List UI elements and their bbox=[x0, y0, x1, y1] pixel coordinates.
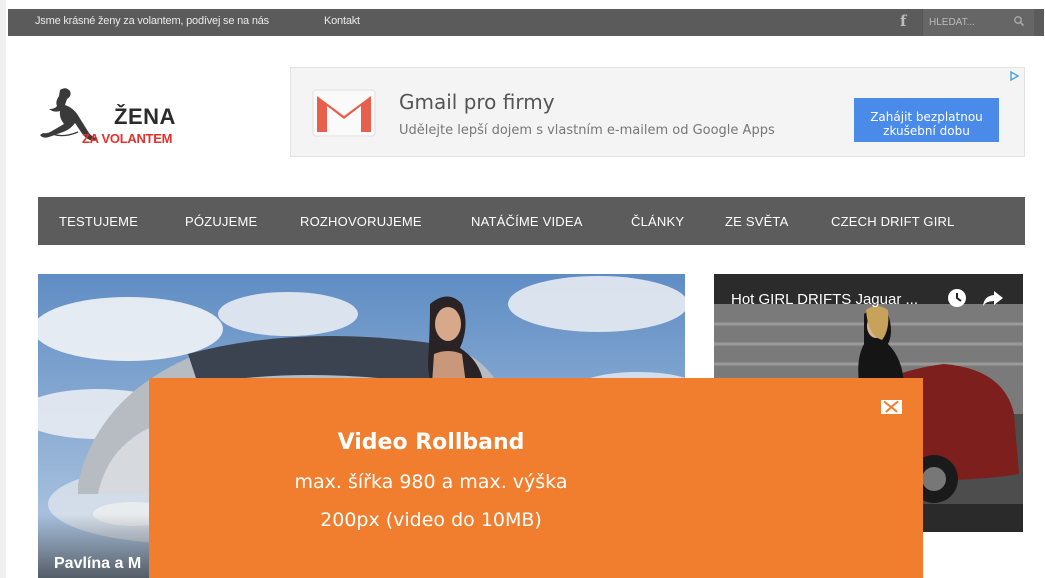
overlay-line-2: 200px (video do 10MB) bbox=[320, 509, 542, 531]
video-title[interactable]: Hot GIRL DRIFTS Jaguar ... bbox=[731, 291, 918, 308]
page: Jsme krásné ženy za volantem, podívej se… bbox=[0, 0, 1045, 578]
left-shadow bbox=[0, 0, 6, 578]
featured-article-title[interactable]: Pavlína a M bbox=[54, 555, 141, 573]
ad-title: Gmail pro firmy bbox=[399, 90, 555, 114]
topbar-link-about[interactable]: Jsme krásné ženy za volantem, podívej se… bbox=[35, 15, 269, 27]
search-box bbox=[922, 9, 1034, 36]
nav-item-pozujeme[interactable]: PÓZUJEME bbox=[185, 214, 257, 229]
ad-banner[interactable]: Gmail pro firmy Udělejte lepší dojem s v… bbox=[290, 67, 1025, 157]
ad-cta-button[interactable]: Zahájit bezplatnou zkušební dobu bbox=[854, 98, 999, 142]
nav-item-clanky[interactable]: ČLÁNKY bbox=[631, 214, 684, 229]
clock-icon[interactable] bbox=[947, 288, 967, 308]
nav-item-czech-drift-girl[interactable]: CZECH DRIFT GIRL bbox=[831, 214, 955, 229]
main-nav: TESTUJEME PÓZUJEME ROZHOVORUJEME NATÁČÍM… bbox=[38, 197, 1025, 245]
nav-item-testujeme[interactable]: TESTUJEME bbox=[59, 214, 138, 229]
overlay-line-1: max. šířka 980 a max. výška bbox=[294, 471, 568, 493]
logo-text-za-volantem: ZA VOLANTEM bbox=[82, 131, 173, 146]
gmail-logo-icon bbox=[312, 89, 376, 137]
logo-text-zena: ŽENA bbox=[114, 104, 176, 129]
search-input[interactable] bbox=[929, 14, 1009, 31]
site-logo[interactable]: ŽENA ZA VOLANTEM bbox=[32, 84, 212, 148]
overlay-heading: Video Rollband bbox=[337, 430, 525, 455]
nav-item-nataceme-videa[interactable]: NATÁČÍME VIDEA bbox=[471, 214, 583, 229]
top-bar: Jsme krásné ženy za volantem, podívej se… bbox=[8, 9, 1044, 36]
nav-item-ze-sveta[interactable]: ZE SVĚTA bbox=[725, 214, 788, 229]
facebook-icon[interactable]: f bbox=[900, 12, 906, 30]
close-icon[interactable] bbox=[881, 400, 902, 414]
ad-subtitle: Udělejte lepší dojem s vlastním e-mailem… bbox=[399, 123, 775, 138]
share-icon[interactable] bbox=[982, 288, 1004, 308]
nav-item-rozhovorujeme[interactable]: ROZHOVORUJEME bbox=[300, 214, 422, 229]
adchoices-icon[interactable] bbox=[1008, 70, 1020, 82]
video-rollband-overlay: Video Rollband max. šířka 980 a max. výš… bbox=[149, 378, 923, 578]
search-icon[interactable] bbox=[1013, 15, 1025, 27]
topbar-link-contact[interactable]: Kontakt bbox=[324, 15, 360, 27]
